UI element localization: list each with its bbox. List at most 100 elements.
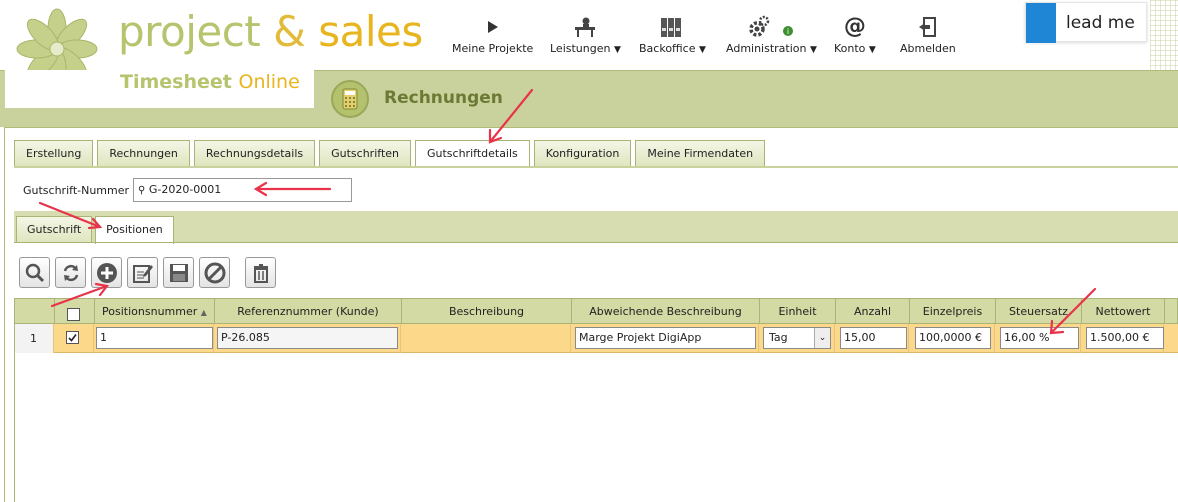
logo-title: project & sales <box>118 6 423 58</box>
abweichende-beschreibung-input[interactable]: Marge Projekt DigiApp <box>575 327 756 349</box>
logo-title-sales: sales <box>318 7 423 56</box>
row-checkbox[interactable] <box>66 331 79 344</box>
save-button[interactable] <box>163 257 194 288</box>
trash-icon <box>253 263 268 283</box>
subtab-bar: Gutschrift Positionen <box>16 216 177 244</box>
edit-button[interactable] <box>127 257 158 288</box>
einheit-select[interactable]: Tag ⌄ <box>763 327 831 349</box>
delete-button[interactable] <box>245 257 276 288</box>
row-select-cell[interactable] <box>54 324 94 353</box>
subtab-gutschrift[interactable]: Gutschrift <box>16 216 93 242</box>
gutschrift-nummer-value: G-2020-0001 <box>148 183 222 196</box>
chevron-down-icon: ▼ <box>699 45 706 55</box>
header-positionsnummer-label: Positionsnummer <box>102 305 198 318</box>
add-button[interactable] <box>91 257 122 288</box>
table-row[interactable]: 1 1 P-26.085 Marge Projekt DigiApp Tag ⌄… <box>14 324 1178 353</box>
refresh-icon <box>63 264 78 281</box>
header-select-all[interactable] <box>55 299 95 325</box>
steuersatz-input[interactable]: 16,00 % <box>1000 327 1079 349</box>
nav-konto[interactable]: @ Konto ▼ <box>834 14 876 64</box>
tab-rechnungsdetails[interactable]: Rechnungsdetails <box>193 140 316 166</box>
logo-subtitle: Timesheet Online <box>120 70 300 94</box>
save-icon <box>169 263 188 282</box>
nav-label: Meine Projekte <box>452 42 534 55</box>
tab-gutschriftdetails[interactable]: Gutschriftdetails <box>415 140 530 168</box>
lead-me-label: lead me <box>1066 13 1135 33</box>
refresh-button[interactable] <box>55 257 86 288</box>
nav-backoffice[interactable]: Backoffice ▼ <box>639 14 706 64</box>
binders-icon <box>660 14 684 40</box>
edit-icon <box>132 264 153 283</box>
header-steuersatz[interactable]: Steuersatz <box>996 299 1082 325</box>
header-referenznummer[interactable]: Referenznummer (Kunde) <box>215 299 402 325</box>
cell-abweichende-beschreibung: Marge Projekt DigiApp <box>571 324 759 353</box>
header-nettowert[interactable]: Nettowert <box>1082 299 1165 325</box>
nav-administration[interactable]: i Administration ▼ <box>726 14 817 64</box>
anzahl-input[interactable]: 15,00 <box>840 327 907 349</box>
cell-steuersatz: 16,00 % <box>995 324 1081 353</box>
header-einzelpreis[interactable]: Einzelpreis <box>910 299 996 325</box>
desk-worker-icon <box>572 14 598 40</box>
nav-label: Backoffice <box>639 42 696 55</box>
logo-sub-timesheet: Timesheet <box>120 71 232 93</box>
nav-meine-projekte[interactable]: Meine Projekte <box>452 14 533 64</box>
logo-sub-online: Online <box>238 71 300 93</box>
grid-left-border <box>14 324 15 502</box>
nav-label: Abmelden <box>900 42 956 55</box>
nav-label: Konto <box>834 42 866 55</box>
subtab-positionen[interactable]: Positionen <box>95 216 174 244</box>
search-button[interactable] <box>19 257 50 288</box>
page-title: Rechnungen <box>384 88 503 108</box>
tab-erstellung[interactable]: Erstellung <box>14 140 94 166</box>
nav-abmelden[interactable]: Abmelden <box>900 14 956 64</box>
cell-beschreibung[interactable] <box>401 324 571 353</box>
einzelpreis-input[interactable]: 100,0000 € <box>915 327 991 349</box>
lead-me-button[interactable]: lead me <box>1025 2 1147 43</box>
referenznummer-input[interactable]: P-26.085 <box>217 327 398 349</box>
nettowert-input[interactable]: 1.500,00 € <box>1086 327 1164 349</box>
calculator-icon <box>331 80 369 118</box>
gutschrift-nummer-field[interactable]: ⚲ G-2020-0001 <box>133 178 352 202</box>
checkmark-icon <box>68 334 77 342</box>
cell-anzahl: 15,00 <box>835 324 909 353</box>
header-anzahl[interactable]: Anzahl <box>836 299 910 325</box>
dropdown-arrow-icon: ⌄ <box>814 328 830 348</box>
app-header: project & sales Meine Projekte Leistunge… <box>0 0 1178 90</box>
select-all-checkbox[interactable] <box>67 308 80 321</box>
header-abweichende-beschreibung[interactable]: Abweichende Beschreibung <box>572 299 760 325</box>
gears-icon: i <box>748 14 794 40</box>
tab-bar: Erstellung Rechnungen Rechnungsdetails G… <box>14 140 769 168</box>
cancel-icon <box>204 262 225 283</box>
cancel-button[interactable] <box>199 257 230 288</box>
table-header: Positionsnummer ▲ Referenznummer (Kunde)… <box>14 298 1178 325</box>
svg-text:i: i <box>787 27 789 36</box>
header-positionsnummer[interactable]: Positionsnummer ▲ <box>95 299 215 325</box>
sort-icon: ▲ <box>200 308 207 317</box>
at-icon: @ <box>843 14 866 39</box>
search-icon: ⚲ <box>138 185 146 196</box>
toolbar <box>19 257 281 288</box>
logo-title-project: project <box>118 7 261 56</box>
logo-title-amp: & <box>273 7 306 56</box>
lead-me-accent <box>1026 3 1056 43</box>
tab-konfiguration[interactable]: Konfiguration <box>533 140 632 166</box>
subtab-underline <box>14 242 1178 243</box>
search-icon <box>25 263 44 282</box>
row-number: 1 <box>14 324 54 353</box>
header-einheit[interactable]: Einheit <box>760 299 836 325</box>
tab-rechnungen[interactable]: Rechnungen <box>97 140 190 166</box>
decorative-pattern <box>1150 0 1178 70</box>
header-rownum <box>15 299 55 325</box>
gutschrift-nummer-label: Gutschrift-Nummer <box>23 184 130 197</box>
header-beschreibung[interactable]: Beschreibung <box>402 299 572 325</box>
tab-gutschriften[interactable]: Gutschriften <box>319 140 411 166</box>
nav-leistungen[interactable]: Leistungen ▼ <box>550 14 621 64</box>
positionsnummer-input[interactable]: 1 <box>96 327 213 349</box>
chevron-down-icon: ▼ <box>868 45 876 55</box>
subtab-band <box>14 211 1178 243</box>
einheit-value: Tag <box>769 331 788 344</box>
nav-label: Leistungen <box>550 42 611 55</box>
cell-positionsnummer: 1 <box>94 324 214 353</box>
tab-meine-firmendaten[interactable]: Meine Firmendaten <box>635 140 766 166</box>
nav-label: Administration <box>726 42 807 55</box>
